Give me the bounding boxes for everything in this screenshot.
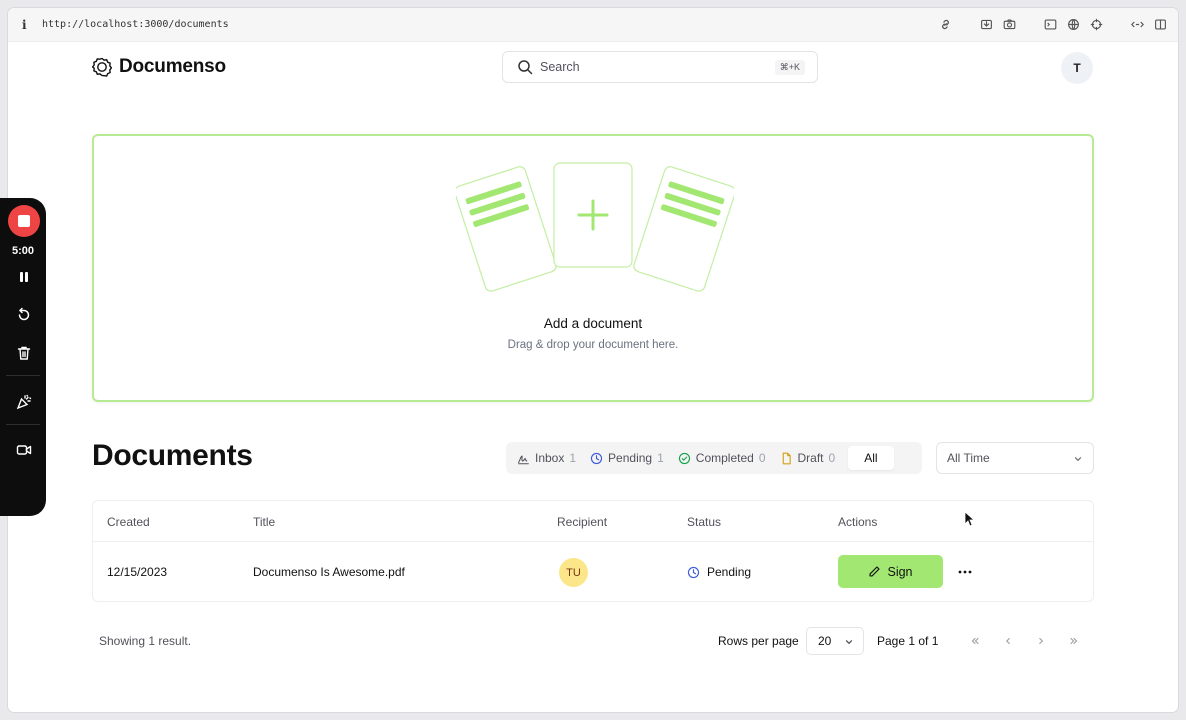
restart-button[interactable] [13,304,35,326]
pause-button[interactable] [13,266,35,288]
page-info: Page 1 of 1 [877,634,939,648]
last-page-button[interactable] [1060,627,1088,655]
tab-pending[interactable]: Pending 1 [583,446,671,470]
recording-timer: 5:00 [11,245,35,257]
stop-recording-button[interactable] [8,205,40,237]
crosshair-icon[interactable] [1089,17,1104,32]
trash-icon [17,346,31,360]
tab-draft-label: Draft [797,451,824,465]
rows-per-page-label: Rows per page [718,634,799,648]
column-actions: Actions [838,515,878,529]
tab-completed-label: Completed [695,451,754,465]
documenso-logo-icon [92,57,112,77]
column-title[interactable]: Title [253,515,275,529]
more-horizontal-icon [958,570,972,574]
address-bar: i http://localhost:3000/documents [8,8,1178,42]
search-shortcut: ⌘+K [774,60,805,75]
results-count: Showing 1 result. [99,634,192,648]
dropzone-subtitle: Drag & drop your document here. [507,339,679,351]
sign-button[interactable]: Sign [838,555,943,588]
confetti-icon [16,394,32,410]
link-icon[interactable] [938,17,953,32]
terminal-icon[interactable] [1043,17,1058,32]
document-dropzone[interactable]: Add a document Drag & drop your document… [92,134,1094,402]
next-page-button[interactable] [1027,627,1055,655]
url-text[interactable]: http://localhost:3000/documents [42,19,229,30]
period-filter-value: All Time [947,451,990,465]
pencil-icon [869,566,881,577]
tab-pending-count: 1 [657,451,664,465]
rows-per-page-select[interactable]: 20 [806,627,864,655]
chevron-right-icon [1039,637,1044,645]
status-label: Pending [707,565,752,579]
brand-name: Documenso [119,56,226,77]
clock-icon [687,566,700,578]
sidebar-icon[interactable] [1153,17,1168,32]
status-badge: Pending [687,565,751,579]
chevrons-right-icon [1070,637,1078,645]
effects-button[interactable] [13,391,35,413]
video-camera-icon [16,445,32,455]
tab-inbox[interactable]: Inbox 1 [510,446,583,470]
table-row[interactable]: 12/15/2023 Documenso Is Awesome.pdf TU P… [93,542,1093,602]
tab-draft-count: 0 [828,451,836,465]
document-title-link[interactable]: Documenso Is Awesome.pdf [253,565,405,579]
column-recipient[interactable]: Recipient [557,515,607,529]
created-date: 12/15/2023 [107,565,168,579]
tab-all-label: All [864,451,878,465]
chevron-down-icon [845,640,853,645]
search-placeholder: Search [540,60,580,74]
stop-icon [18,215,30,227]
clock-icon [590,452,603,464]
delete-recording-button[interactable] [13,342,35,364]
dropzone-title: Add a document [543,316,643,331]
first-page-button[interactable] [961,627,989,655]
status-tabs: Inbox 1 Pending 1 Completed 0 Draft 0 Al… [506,442,922,474]
tab-all[interactable]: All [848,446,894,470]
signature-icon [518,455,529,464]
mouse-cursor-icon [964,511,976,527]
tab-inbox-count: 1 [569,451,577,465]
chevrons-left-icon [971,637,979,645]
search-icon [517,59,533,75]
camera-toggle-button[interactable] [13,439,35,461]
documents-table: Created Title Recipient Status Actions 1… [92,500,1094,602]
tab-completed[interactable]: Completed 0 [671,446,773,470]
column-status[interactable]: Status [687,515,721,529]
period-filter-select[interactable]: All Time [936,442,1094,474]
check-circle-icon [678,452,690,464]
tab-completed-count: 0 [758,451,766,465]
chevron-left-icon [1005,637,1010,645]
brand-logo[interactable]: Documenso [92,56,226,78]
camera-icon[interactable] [1002,17,1017,32]
tab-inbox-label: Inbox [535,451,565,465]
recipient-avatar[interactable]: TU [559,558,588,587]
previous-page-button[interactable] [994,627,1022,655]
save-icon[interactable] [979,17,994,32]
globe-icon[interactable] [1066,17,1081,32]
browser-window: i http://localhost:3000/documents Docume… [8,8,1178,712]
page-title: Documents [92,439,253,472]
chevron-down-icon [1074,457,1082,462]
documents-illustration-icon [456,162,734,292]
rows-per-page-value: 20 [818,634,832,648]
table-header: Created Title Recipient Status Actions [93,501,1093,542]
browser-toolbar [938,17,1168,32]
tab-draft[interactable]: Draft 0 [773,446,843,470]
restart-icon [18,307,30,321]
tab-pending-label: Pending [608,451,653,465]
site-info-icon[interactable]: i [22,18,36,32]
search-input[interactable]: Search ⌘+K [502,51,818,83]
sign-button-label: Sign [887,564,913,579]
user-avatar[interactable]: T [1061,52,1093,84]
screen-recorder-toolbar: 5:00 [0,198,46,516]
column-created[interactable]: Created [107,515,150,529]
file-icon [782,452,791,464]
more-options-button[interactable] [955,562,975,582]
pause-icon [20,272,28,282]
extensions-icon[interactable] [1130,17,1145,32]
